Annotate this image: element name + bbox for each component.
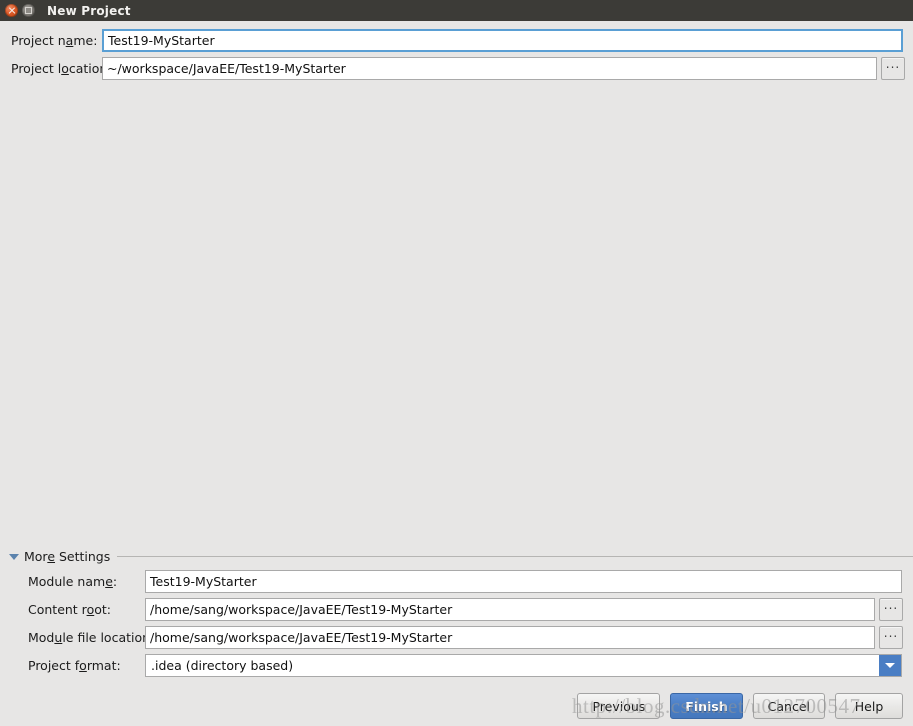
content-root-label: Content root: [28,602,111,617]
project-format-label: Project format: [28,658,121,673]
project-format-select[interactable]: .idea (directory based) [145,654,902,677]
help-button[interactable]: Help [835,693,903,719]
finish-button[interactable]: Finish [670,693,743,719]
window-title: New Project [47,3,131,18]
module-file-location-input[interactable]: /home/sang/workspace/JavaEE/Test19-MySta… [145,626,875,649]
chevron-down-icon[interactable] [879,655,901,676]
chevron-down-icon[interactable] [9,553,19,560]
module-file-location-label: Module file location: [28,630,155,645]
project-format-row: Project format: .idea (directory based) [28,654,902,677]
module-name-row: Module name: Test19-MyStarter [28,570,902,593]
project-format-value: .idea (directory based) [151,658,294,673]
project-location-input[interactable]: ~/workspace/JavaEE/Test19-MyStarter [102,57,877,80]
more-settings-header[interactable]: More Settings [9,549,913,564]
project-location-label: Project location: [11,61,112,76]
maximize-icon[interactable] [22,4,35,17]
more-settings-label: More Settings [24,549,111,564]
title-bar: New Project [0,0,913,21]
project-name-input[interactable]: Test19-MyStarter [102,29,903,52]
module-name-label: Module name: [28,574,118,589]
project-name-row: Project name: Test19-MyStarter [11,29,903,52]
module-file-location-browse-button[interactable]: ... [879,626,903,649]
close-icon[interactable] [5,4,18,17]
dialog-button-bar: Previous Finish Cancel Help [577,693,903,719]
module-file-location-row: Module file location: /home/sang/workspa… [28,626,903,649]
content-root-browse-button[interactable]: ... [879,598,903,621]
section-divider [117,556,913,557]
previous-button[interactable]: Previous [577,693,661,719]
module-name-input[interactable]: Test19-MyStarter [145,570,902,593]
cancel-button[interactable]: Cancel [752,693,825,719]
content-root-row: Content root: /home/sang/workspace/JavaE… [28,598,903,621]
project-location-browse-button[interactable]: ... [881,57,905,80]
project-location-row: Project location: ~/workspace/JavaEE/Tes… [11,57,905,80]
content-root-input[interactable]: /home/sang/workspace/JavaEE/Test19-MySta… [145,598,875,621]
new-project-dialog: New Project Project name: Test19-MyStart… [0,0,913,726]
project-name-label: Project name: [11,33,98,48]
